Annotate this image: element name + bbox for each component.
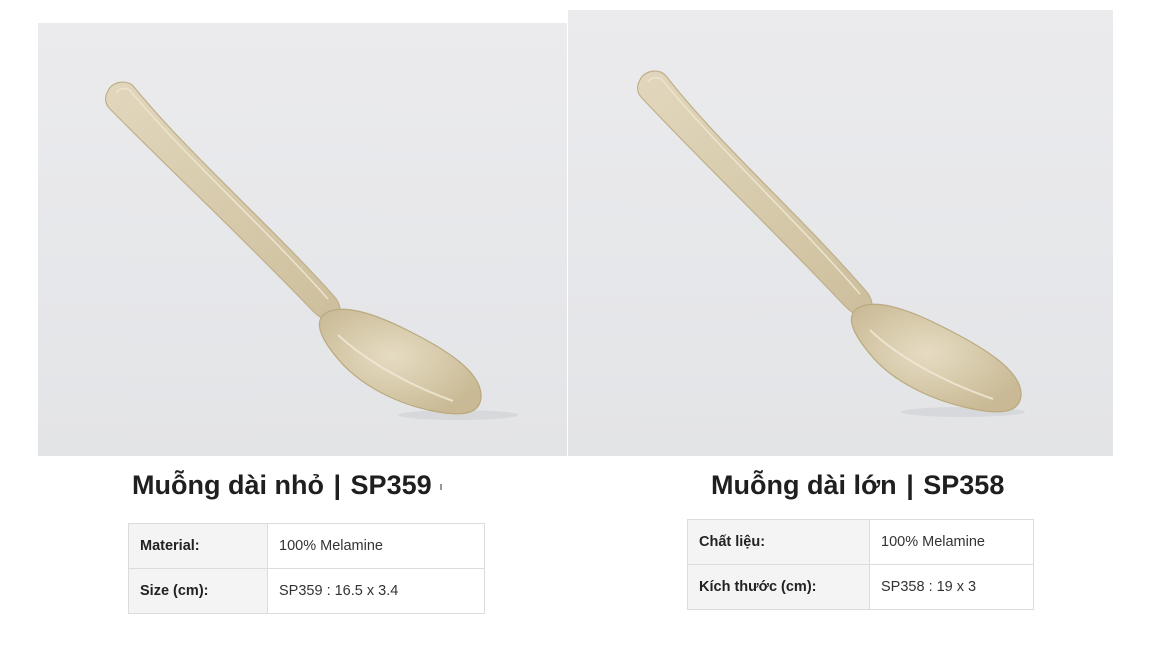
product-title-sp358[interactable]: Muỗng dài lớn | SP358 [711, 472, 1004, 499]
product-title-sp359[interactable]: Muỗng dài nhỏ | SP359 [132, 472, 442, 499]
spoon-illustration [637, 70, 1025, 417]
product-name: Muỗng dài lớn [711, 470, 897, 500]
title-separator: | [333, 470, 342, 500]
spec-table-sp358: Chất liệu: 100% Melamine Kích thước (cm)… [687, 519, 1034, 610]
product-image-sp359[interactable] [38, 23, 567, 456]
spec-label: Material: [128, 523, 268, 569]
spec-value: 100% Melamine [267, 523, 485, 569]
spec-label: Kích thước (cm): [687, 564, 870, 610]
table-row: Size (cm): SP359 : 16.5 x 3.4 [128, 568, 485, 614]
spec-label: Size (cm): [128, 568, 268, 614]
product-code: SP359 [350, 470, 432, 500]
cursor-mark [439, 483, 442, 490]
spec-label: Chất liệu: [687, 519, 870, 565]
spec-value: SP359 : 16.5 x 3.4 [267, 568, 485, 614]
product-code: SP358 [923, 470, 1005, 500]
product-image-sp358[interactable] [568, 10, 1113, 456]
spoon-illustration [105, 81, 518, 420]
spec-table-sp359: Material: 100% Melamine Size (cm): SP359… [128, 523, 485, 614]
table-row: Kích thước (cm): SP358 : 19 x 3 [687, 564, 1034, 610]
table-row: Material: 100% Melamine [128, 523, 485, 569]
spec-value: 100% Melamine [869, 519, 1034, 565]
spec-value: SP358 : 19 x 3 [869, 564, 1034, 610]
table-row: Chất liệu: 100% Melamine [687, 519, 1034, 565]
product-name: Muỗng dài nhỏ [132, 470, 324, 500]
title-separator: | [906, 470, 914, 500]
